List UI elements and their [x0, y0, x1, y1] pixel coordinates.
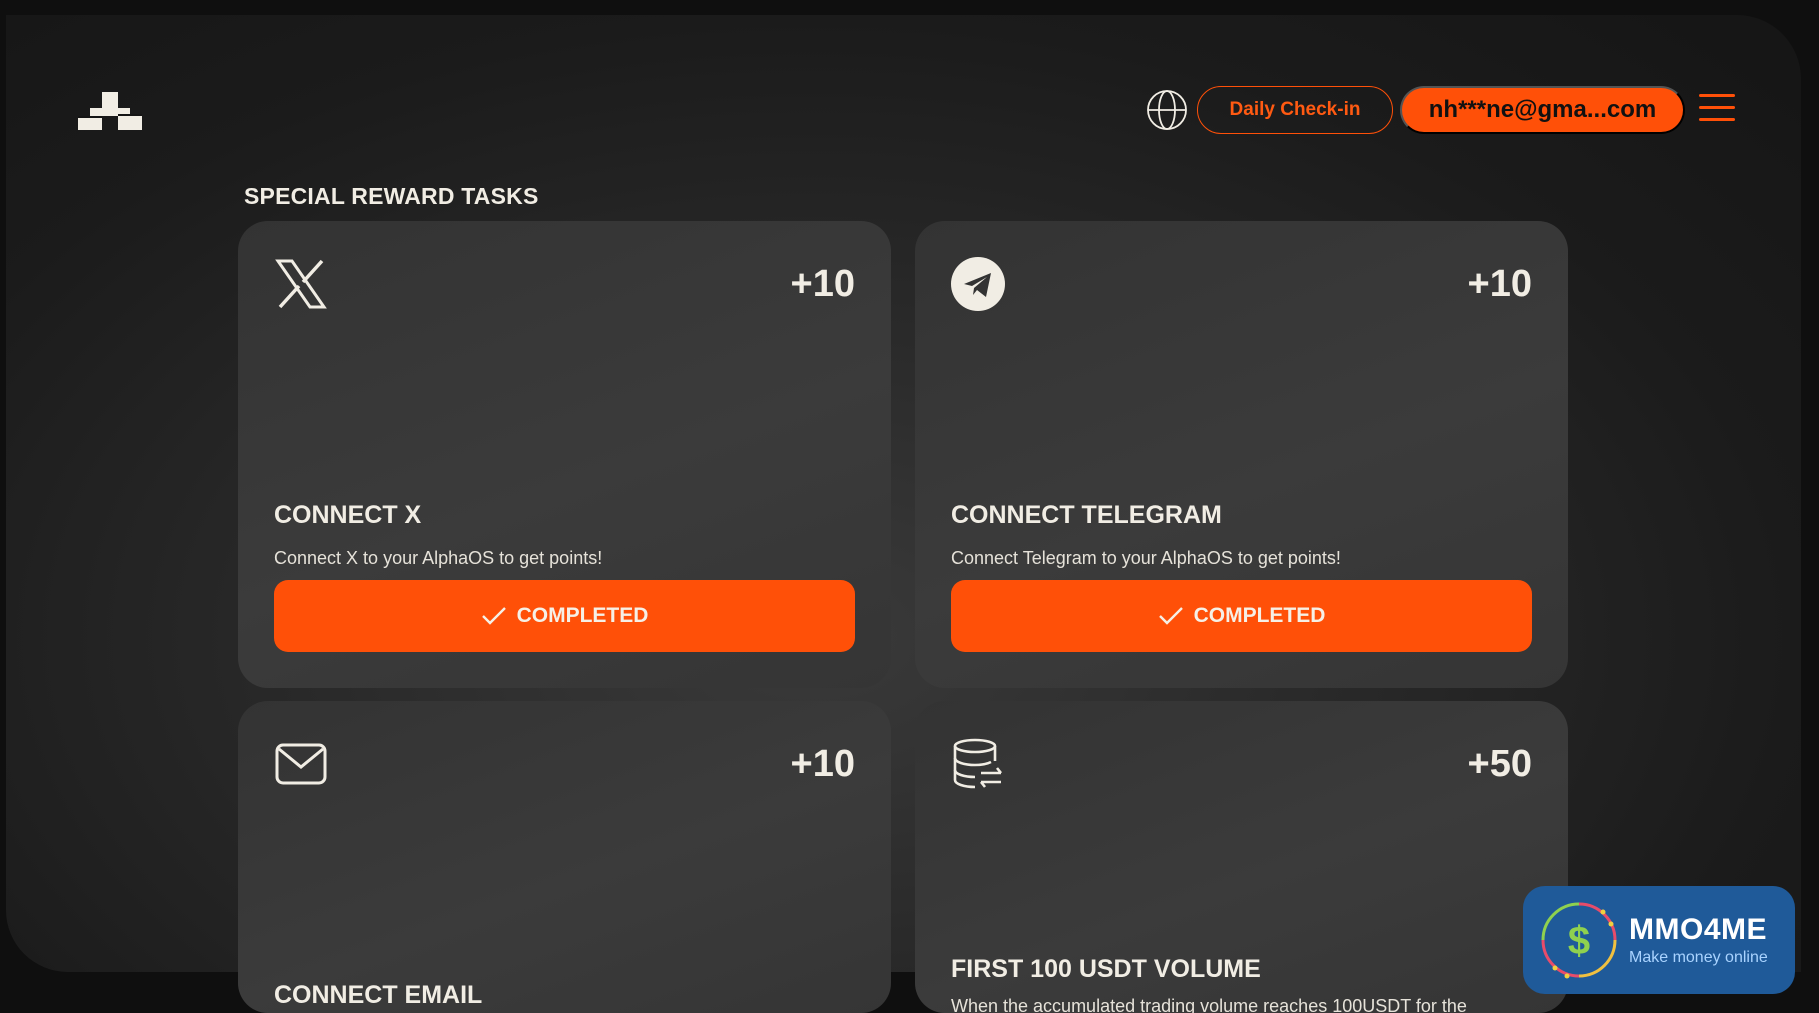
task-title: CONNECT X	[274, 501, 422, 529]
completed-button-label: COMPLETED	[516, 604, 649, 627]
x-logo-icon	[275, 259, 327, 309]
check-icon	[481, 607, 506, 625]
task-points: +50	[1467, 743, 1532, 785]
task-card-connect-telegram: +10 CONNECT TELEGRAM Connect Telegram to…	[915, 221, 1568, 688]
section-title: SPECIAL REWARD TASKS	[244, 183, 539, 209]
telegram-icon	[951, 257, 1005, 311]
task-card-connect-email: +10 CONNECT EMAIL	[238, 701, 891, 1013]
completed-button[interactable]: COMPLETED	[274, 580, 855, 652]
task-points: +10	[1467, 263, 1532, 305]
page-frame: Daily Check-in nh***ne@gma...com SPECIAL…	[6, 15, 1801, 1013]
globe-icon[interactable]	[1146, 89, 1188, 131]
dollar-cycle-icon: $	[1541, 902, 1617, 979]
database-exchange-icon	[953, 738, 1003, 789]
task-card-connect-x: +10 CONNECT X Connect X to your AlphaOS …	[238, 221, 891, 688]
task-description: Connect Telegram to your AlphaOS to get …	[951, 548, 1341, 568]
badge-tagline: Make money online	[1629, 949, 1768, 966]
task-title: CONNECT EMAIL	[274, 981, 483, 1009]
task-description: Connect X to your AlphaOS to get points!	[274, 548, 603, 568]
mmo4me-badge[interactable]: $ MMO4ME Make money online	[1523, 886, 1795, 994]
svg-text:$: $	[1568, 919, 1590, 963]
completed-button[interactable]: COMPLETED	[951, 580, 1532, 652]
alphaos-logo-icon[interactable]	[78, 92, 142, 130]
task-points: +10	[790, 743, 855, 785]
account-button[interactable]: nh***ne@gma...com	[1400, 86, 1685, 134]
daily-check-in-button[interactable]: Daily Check-in	[1197, 86, 1393, 134]
task-title: CONNECT TELEGRAM	[951, 501, 1222, 529]
mail-icon	[275, 743, 327, 785]
hamburger-menu-icon[interactable]	[1699, 94, 1735, 124]
check-icon	[1158, 607, 1183, 625]
completed-button-label: COMPLETED	[1193, 604, 1326, 627]
task-card-first-100-usdt-volume: +50 FIRST 100 USDT VOLUME When the accum…	[915, 701, 1568, 1013]
task-description: When the accumulated trading volume reac…	[951, 996, 1467, 1013]
badge-brand: MMO4ME	[1629, 913, 1767, 946]
task-points: +10	[790, 263, 855, 305]
task-title: FIRST 100 USDT VOLUME	[951, 955, 1261, 983]
